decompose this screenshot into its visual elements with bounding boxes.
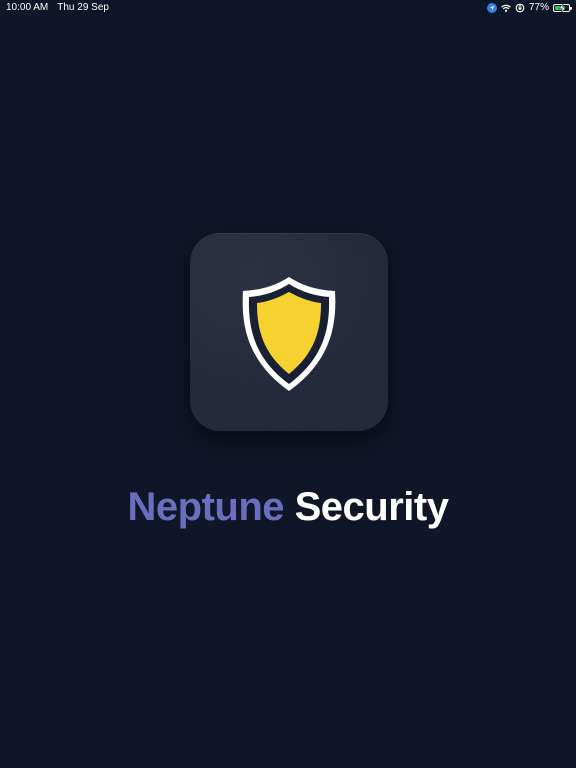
app-icon (190, 233, 388, 431)
status-bar-left: 10:00 AM Thu 29 Sep (6, 0, 109, 16)
battery-percent: 77% (528, 2, 549, 13)
status-bar-right: 77% (486, 0, 572, 16)
charging-bolt-icon (559, 3, 566, 13)
status-date: Thu 29 Sep (57, 2, 109, 13)
orientation-lock-icon (515, 3, 525, 13)
app-title: Neptune Security (0, 483, 576, 531)
status-bar: 10:00 AM Thu 29 Sep 77% (0, 0, 576, 16)
shield-icon (242, 277, 336, 391)
wifi-icon (501, 4, 511, 12)
app-title-neptune: Neptune (127, 485, 285, 529)
battery-tip (570, 7, 572, 10)
app-title-security: Security (294, 485, 449, 529)
status-time: 10:00 AM (6, 2, 49, 13)
location-arrow-icon (486, 3, 497, 13)
battery-charging-icon (553, 3, 572, 13)
